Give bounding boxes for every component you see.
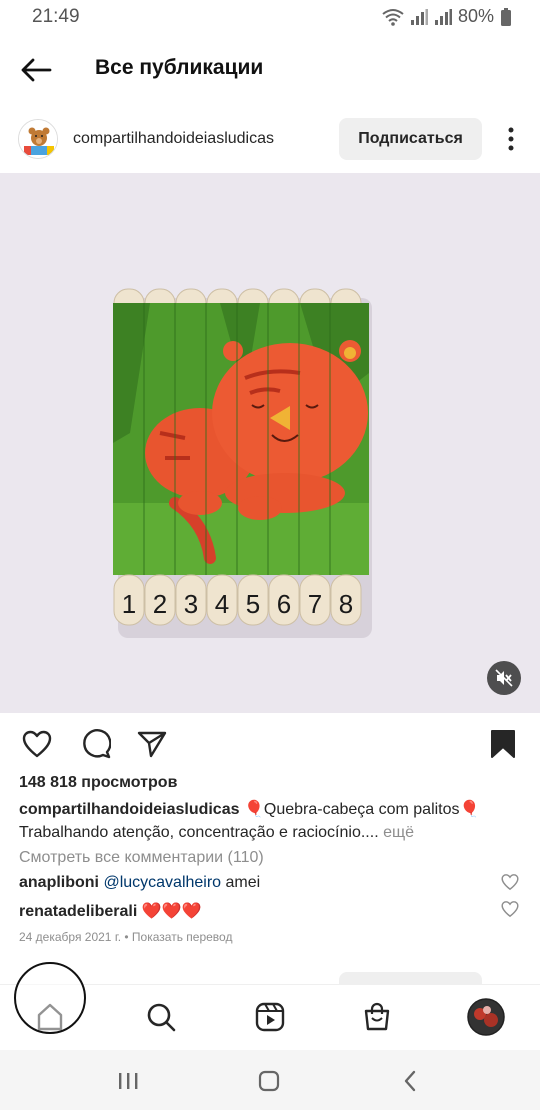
- post-caption: compartilhandoideiasludicas 🎈Quebra-cabe…: [19, 798, 519, 844]
- reels-icon: [255, 1002, 285, 1032]
- comment-username[interactable]: renatadeliberali: [19, 903, 137, 920]
- system-back-button[interactable]: [395, 1066, 425, 1096]
- nav-reels[interactable]: [250, 997, 290, 1037]
- like-button[interactable]: [19, 726, 55, 762]
- shop-bag-icon: [364, 1002, 390, 1031]
- post-video[interactable]: 1 2 3 4 5 6 7 8: [0, 173, 540, 713]
- comment-item: anapliboni @lucycavalheiro amei: [19, 874, 489, 892]
- mute-button[interactable]: [487, 661, 521, 695]
- puzzle-number-6: 6: [277, 589, 291, 619]
- profile-avatar-icon: [467, 998, 505, 1036]
- nav-search[interactable]: [141, 997, 181, 1037]
- home-system-button[interactable]: [254, 1066, 284, 1096]
- comment-mention[interactable]: @lucycavalheiro: [103, 874, 221, 891]
- bookmark-icon: [491, 730, 515, 758]
- status-bar: 21:49 80%: [0, 0, 540, 34]
- caption-username[interactable]: compartilhandoideiasludicas: [19, 801, 240, 818]
- recent-apps-icon: [119, 1073, 138, 1089]
- status-icons: 80%: [382, 6, 512, 27]
- page-title: Все публикации: [95, 56, 264, 79]
- battery-percent: 80%: [457, 6, 494, 26]
- post-header: compartilhandoideiasludicas Подписаться: [0, 112, 540, 168]
- popsicle-stick-puzzle-image: 1 2 3 4 5 6 7 8: [113, 288, 372, 638]
- comment-button[interactable]: [78, 726, 114, 762]
- status-time: 21:49: [32, 6, 80, 27]
- chevron-left-icon: [404, 1070, 416, 1092]
- post-username[interactable]: compartilhandoideiasludicas: [73, 130, 274, 148]
- comment-text: ❤️❤️❤️: [137, 903, 202, 920]
- send-icon: [137, 731, 167, 758]
- save-button[interactable]: [485, 726, 521, 762]
- avatar[interactable]: [18, 119, 58, 159]
- battery-icon: [501, 7, 511, 26]
- comment-like-heart-icon[interactable]: [501, 900, 519, 918]
- puzzle-number-5: 5: [246, 589, 260, 619]
- puzzle-number-2: 2: [153, 589, 167, 619]
- caption-more-link[interactable]: ещё: [379, 824, 414, 841]
- more-vertical-icon: [508, 127, 514, 151]
- views-count: 148 818 просмотров: [19, 774, 178, 791]
- post-date[interactable]: 24 декабря 2021 г. • Показать перевод: [19, 930, 232, 944]
- arrow-left-icon: [21, 58, 52, 82]
- assistive-touch-button[interactable]: [14, 962, 86, 1034]
- nav-shop[interactable]: [357, 997, 397, 1037]
- puzzle-number-8: 8: [339, 589, 353, 619]
- app-header: Все публикации: [0, 42, 540, 96]
- puzzle-number-1: 1: [122, 589, 136, 619]
- muted-speaker-icon: [495, 669, 513, 687]
- back-button[interactable]: [18, 52, 54, 88]
- puzzle-number-3: 3: [184, 589, 198, 619]
- signal-icon-2: [434, 8, 452, 25]
- more-options-button[interactable]: [496, 122, 526, 156]
- puzzle-number-4: 4: [215, 589, 229, 619]
- wifi-icon: [382, 8, 404, 26]
- recent-apps-button[interactable]: [113, 1066, 143, 1096]
- comment-item: renatadeliberali ❤️❤️❤️: [19, 901, 489, 921]
- system-nav-bar: [0, 1050, 540, 1110]
- view-all-comments-link[interactable]: Смотреть все комментарии (110): [19, 849, 264, 867]
- comment-like-heart-icon[interactable]: [501, 873, 519, 891]
- heart-icon: [22, 730, 52, 758]
- share-button[interactable]: [134, 726, 170, 762]
- puzzle-number-7: 7: [308, 589, 322, 619]
- nav-profile[interactable]: [466, 997, 506, 1037]
- comment-username[interactable]: anapliboni: [19, 874, 99, 891]
- search-icon: [147, 1003, 176, 1032]
- teddy-bear-avatar-icon: [19, 120, 57, 158]
- signal-icon: [410, 8, 428, 25]
- post-actions: [0, 722, 540, 766]
- home-square-icon: [258, 1070, 280, 1092]
- follow-button[interactable]: Подписаться: [339, 118, 482, 160]
- comment-icon: [83, 729, 111, 759]
- comment-text: amei: [221, 874, 261, 891]
